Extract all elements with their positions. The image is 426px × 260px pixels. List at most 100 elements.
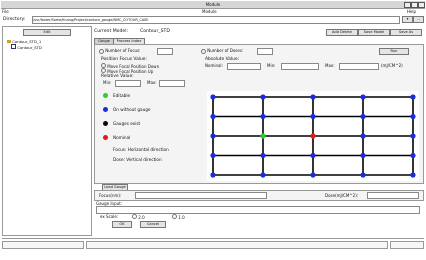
focus-radio[interactable] bbox=[99, 48, 104, 54]
abs-min-label: Min: bbox=[267, 63, 276, 68]
grid-node-on-without-gauge[interactable] bbox=[310, 113, 316, 120]
file-icon bbox=[11, 44, 16, 49]
maximize-icon[interactable] bbox=[411, 2, 418, 8]
number-of-doses-group: Number of Doses: bbox=[201, 48, 243, 54]
legend-on-without-gauge: On without gauge bbox=[113, 107, 151, 112]
grid-node-on-without-gauge[interactable] bbox=[410, 113, 416, 120]
window-titlebar: Module bbox=[1, 1, 425, 9]
minimize-icon[interactable] bbox=[404, 2, 411, 8]
grid-node-on-without-gauge[interactable] bbox=[260, 94, 266, 100]
ok-button[interactable]: OK bbox=[112, 221, 132, 228]
add-delete-button[interactable]: Add Delete bbox=[326, 29, 358, 36]
status-box-left bbox=[2, 241, 84, 249]
tree-item-contour-std[interactable]: Contour_STD bbox=[11, 44, 42, 50]
grid-node-on-without-gauge[interactable] bbox=[410, 152, 416, 159]
grid-node-on-without-gauge[interactable] bbox=[210, 172, 216, 178]
on-without-gauge-dot-icon bbox=[103, 107, 108, 112]
directory-row: Directory: /usr/foster/Some/Knnng/Projec… bbox=[2, 15, 424, 24]
gauge-input-field[interactable] bbox=[96, 206, 420, 214]
grid-node-on-without-gauge[interactable] bbox=[210, 113, 216, 120]
grid-node-on-without-gauge[interactable] bbox=[360, 152, 366, 159]
relative-max-label: Max: bbox=[147, 80, 157, 85]
current-model-label: Current Model: bbox=[94, 29, 129, 34]
editable-dot-icon bbox=[103, 93, 108, 98]
folder-icon bbox=[7, 40, 11, 43]
grid-node-on-without-gauge[interactable] bbox=[310, 172, 316, 178]
grid-node-on-without-gauge[interactable] bbox=[210, 133, 216, 139]
dose-label: Dose(mJ/CM^2): bbox=[325, 193, 359, 198]
grid-node-editable[interactable] bbox=[260, 133, 266, 139]
absolute-value-label: Absolute Value: bbox=[205, 57, 240, 62]
tree-item-label: Contour_STD bbox=[17, 45, 42, 50]
gauges-exist-dot-icon bbox=[103, 121, 108, 126]
grid-node-on-without-gauge[interactable] bbox=[210, 152, 216, 159]
scale-label: ex Scale: bbox=[100, 214, 119, 219]
status-bar bbox=[2, 238, 424, 249]
directory-browse-button[interactable]: ▾ bbox=[402, 16, 413, 23]
scale-a-label: 2.0 bbox=[138, 215, 145, 220]
scale-b-radio[interactable] bbox=[172, 214, 177, 219]
scale-b-option[interactable]: 1.0 bbox=[172, 214, 185, 220]
save-as-button[interactable]: Save As bbox=[390, 29, 422, 36]
grid-node-on-without-gauge[interactable] bbox=[360, 94, 366, 100]
number-of-focus-group: Number of Focus: bbox=[99, 48, 141, 54]
scale-a-option[interactable]: 2.0 bbox=[132, 214, 145, 220]
scale-b-label: 1.0 bbox=[178, 215, 185, 220]
scale-a-radio[interactable] bbox=[132, 214, 137, 219]
grid-node-on-without-gauge[interactable] bbox=[360, 133, 366, 139]
grid-node-on-without-gauge[interactable] bbox=[360, 172, 366, 178]
grid-node-on-without-gauge[interactable] bbox=[310, 152, 316, 159]
tree-edit-button[interactable]: Edit bbox=[23, 29, 71, 36]
relative-value-label: Relative Value: bbox=[101, 74, 134, 79]
grid-node-nominal[interactable] bbox=[310, 133, 316, 139]
menubar: File Module Help bbox=[2, 9, 424, 14]
legend-focus-direction: Focus: Horizontal direction bbox=[113, 147, 169, 152]
directory-open-button[interactable]: … bbox=[413, 16, 424, 23]
nominal-label: Nominal: bbox=[205, 63, 223, 68]
legend-editable: Editable bbox=[113, 93, 131, 98]
doses-radio[interactable] bbox=[201, 48, 206, 54]
abs-min-field[interactable] bbox=[281, 63, 319, 70]
legend-gauges-exist: Gauges exist bbox=[113, 121, 141, 126]
menu-module: Module bbox=[202, 9, 217, 14]
number-of-focus-field[interactable] bbox=[157, 48, 173, 55]
legend-dose-direction: Dose: Vertical direction bbox=[113, 157, 162, 162]
relative-min-field[interactable] bbox=[115, 80, 141, 87]
gauge-grid[interactable] bbox=[207, 91, 419, 181]
nominal-field[interactable] bbox=[227, 63, 261, 70]
close-icon[interactable] bbox=[418, 2, 425, 8]
save-model-button[interactable]: Save Model bbox=[358, 29, 390, 36]
run-button[interactable]: Run bbox=[379, 48, 409, 55]
units-label: (mJ/CM^2) bbox=[381, 63, 403, 68]
position-focus-label: Position Focus Value: bbox=[101, 57, 147, 62]
number-of-doses-field[interactable] bbox=[257, 48, 273, 55]
cancel-button[interactable]: Cancel bbox=[140, 221, 166, 228]
grid-node-on-without-gauge[interactable] bbox=[210, 94, 216, 100]
focus-label: Focus(nm): bbox=[99, 193, 122, 198]
abs-max-field[interactable] bbox=[339, 63, 379, 70]
number-of-focus-label: Number of Focus: bbox=[105, 48, 141, 53]
grid-node-on-without-gauge[interactable] bbox=[260, 172, 266, 178]
process-panel: Number of Focus: Number of Doses: Run Po… bbox=[94, 44, 424, 184]
grid-node-on-without-gauge[interactable] bbox=[360, 113, 366, 120]
grid-node-on-without-gauge[interactable] bbox=[260, 113, 266, 120]
grid-node-on-without-gauge[interactable] bbox=[410, 172, 416, 178]
focus-field[interactable] bbox=[135, 192, 267, 199]
menu-file[interactable]: File bbox=[2, 9, 9, 14]
gauge-grid-area bbox=[207, 91, 419, 181]
abs-max-label: Max: bbox=[325, 63, 335, 68]
legend-panel: Editable On without gauge Gauges exist N… bbox=[99, 91, 207, 181]
grid-node-on-without-gauge[interactable] bbox=[260, 152, 266, 159]
directory-field[interactable]: /usr/foster/Some/Knnng/Project/contour_g… bbox=[32, 16, 400, 24]
relative-min-label: Min: bbox=[103, 80, 112, 85]
relative-max-field[interactable] bbox=[159, 80, 185, 87]
move-up-radio[interactable] bbox=[101, 68, 106, 73]
grid-node-on-without-gauge[interactable] bbox=[310, 94, 316, 100]
number-of-doses-label: Number of Doses: bbox=[207, 48, 244, 53]
grid-node-on-without-gauge[interactable] bbox=[410, 133, 416, 139]
nominal-dot-icon bbox=[103, 135, 108, 140]
menu-help[interactable]: Help bbox=[407, 9, 416, 14]
status-box-middle bbox=[86, 241, 388, 249]
dose-field[interactable] bbox=[367, 192, 419, 199]
grid-node-on-without-gauge[interactable] bbox=[410, 94, 416, 100]
